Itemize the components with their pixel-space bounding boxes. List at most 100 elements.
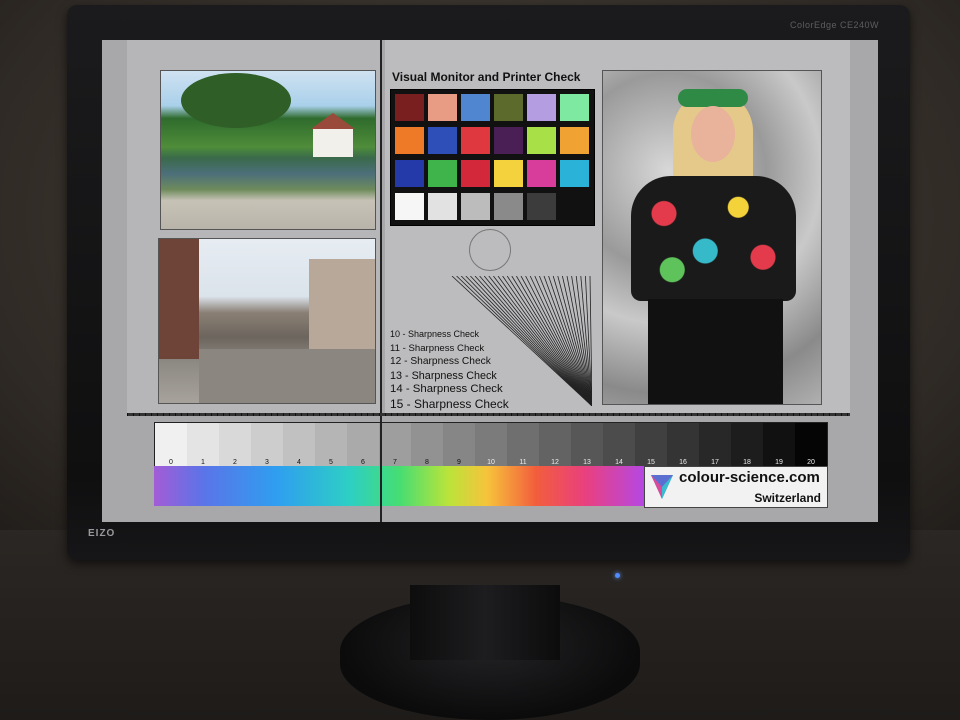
color-patch xyxy=(395,94,424,121)
portrait-photo xyxy=(602,70,822,405)
grayscale-step: 5 xyxy=(315,423,347,467)
house-roof xyxy=(311,113,355,129)
grayscale-step: 7 xyxy=(379,423,411,467)
color-patch xyxy=(560,127,589,154)
house-wall xyxy=(313,129,353,157)
color-patch xyxy=(527,127,556,154)
monitor-screen: Visual Monitor and Printer Check 10 - Sh… xyxy=(102,40,878,522)
grayscale-label: 16 xyxy=(679,459,687,466)
brand-logo: EIZO xyxy=(88,528,116,539)
grayscale-ramp: 0 1 2 3 4 5 6 7 8 9 10 11 12 13 14 15 16 17 18 19 20 xyxy=(154,422,828,468)
color-patch xyxy=(395,193,424,220)
grayscale-step: 9 xyxy=(443,423,475,467)
grayscale-step: 2 xyxy=(219,423,251,467)
horizontal-ruler xyxy=(127,413,850,416)
vertical-ruler xyxy=(380,40,382,522)
color-patch xyxy=(461,94,490,121)
building-right xyxy=(309,259,375,354)
grayscale-step: 18 xyxy=(731,423,763,467)
sharpness-line: 15 - Sharpness Check xyxy=(390,396,509,411)
color-patch xyxy=(527,193,556,220)
building-left xyxy=(159,239,199,359)
grayscale-label: 19 xyxy=(775,459,783,466)
color-patch xyxy=(527,94,556,121)
tree-crown xyxy=(181,73,291,128)
portrait-skirt xyxy=(648,299,783,404)
color-checker xyxy=(390,89,595,226)
grayscale-step: 11 xyxy=(507,423,539,467)
color-patch xyxy=(560,160,589,187)
grayscale-step: 6 xyxy=(347,423,379,467)
grayscale-label: 7 xyxy=(393,459,397,466)
color-patch xyxy=(494,160,523,187)
color-patch xyxy=(461,160,490,187)
grayscale-step: 12 xyxy=(539,423,571,467)
triangle-logo-icon xyxy=(651,475,673,499)
color-patch xyxy=(395,160,424,187)
spectrum-bar xyxy=(154,466,644,506)
grayscale-label: 20 xyxy=(807,459,815,466)
colour-science-logo: colour-science.com Switzerland xyxy=(644,466,828,508)
grayscale-label: 6 xyxy=(361,459,365,466)
landscape-photo xyxy=(160,70,376,230)
grayscale-step: 20 xyxy=(795,423,827,467)
grayscale-label: 17 xyxy=(711,459,719,466)
color-patch xyxy=(560,193,589,220)
street-photo xyxy=(158,238,376,404)
color-patch xyxy=(428,160,457,187)
grayscale-step: 4 xyxy=(283,423,315,467)
color-patch xyxy=(428,193,457,220)
sharpness-line: 11 - Sharpness Check xyxy=(390,342,485,354)
grayscale-label: 8 xyxy=(425,459,429,466)
grayscale-step: 0 xyxy=(155,423,187,467)
grayscale-step: 13 xyxy=(571,423,603,467)
portrait-blouse xyxy=(631,176,796,301)
color-patch xyxy=(395,127,424,154)
grayscale-label: 4 xyxy=(297,459,301,466)
sharpness-line: 14 - Sharpness Check xyxy=(390,383,503,395)
logo-subtext: Switzerland xyxy=(754,491,821,505)
grayscale-label: 14 xyxy=(615,459,623,466)
grayscale-step: 19 xyxy=(763,423,795,467)
grayscale-label: 2 xyxy=(233,459,237,466)
color-patch xyxy=(428,127,457,154)
grayscale-label: 10 xyxy=(487,459,495,466)
grayscale-step: 3 xyxy=(251,423,283,467)
sharpness-line: 13 - Sharpness Check xyxy=(390,369,497,382)
chart-title: Visual Monitor and Printer Check xyxy=(392,70,581,84)
grayscale-step: 10 xyxy=(475,423,507,467)
color-patch xyxy=(461,193,490,220)
grayscale-label: 11 xyxy=(519,459,527,466)
model-label: ColorEdge CE240W xyxy=(790,20,880,30)
power-led-icon xyxy=(615,573,620,578)
grayscale-step: 17 xyxy=(699,423,731,467)
grayscale-step: 16 xyxy=(667,423,699,467)
portrait-face xyxy=(691,106,735,162)
grayscale-step: 8 xyxy=(411,423,443,467)
grayscale-label: 18 xyxy=(743,459,751,466)
color-patch xyxy=(494,127,523,154)
color-patch xyxy=(494,193,523,220)
alignment-circle xyxy=(469,229,511,271)
grayscale-label: 13 xyxy=(583,459,591,466)
sharpness-line: 10 - Sharpness Check xyxy=(390,329,480,339)
grayscale-label: 15 xyxy=(647,459,655,466)
sharpness-check-list: 10 - Sharpness Check 11 - Sharpness Check… xyxy=(390,277,590,411)
grayscale-step: 1 xyxy=(187,423,219,467)
portrait-headband xyxy=(678,89,748,107)
grayscale-label: 9 xyxy=(457,459,461,466)
color-patch xyxy=(428,94,457,121)
grayscale-step: 14 xyxy=(603,423,635,467)
logo-text: colour-science.com xyxy=(679,469,820,486)
color-patch xyxy=(527,160,556,187)
color-patch xyxy=(494,94,523,121)
grayscale-label: 12 xyxy=(551,459,559,466)
grayscale-label: 0 xyxy=(169,459,173,466)
color-patch xyxy=(461,127,490,154)
color-patch xyxy=(560,94,589,121)
street-road xyxy=(199,349,375,403)
grayscale-label: 1 xyxy=(201,459,205,466)
grayscale-label: 3 xyxy=(265,459,269,466)
grayscale-step: 15 xyxy=(635,423,667,467)
sharpness-line: 12 - Sharpness Check xyxy=(390,356,491,367)
